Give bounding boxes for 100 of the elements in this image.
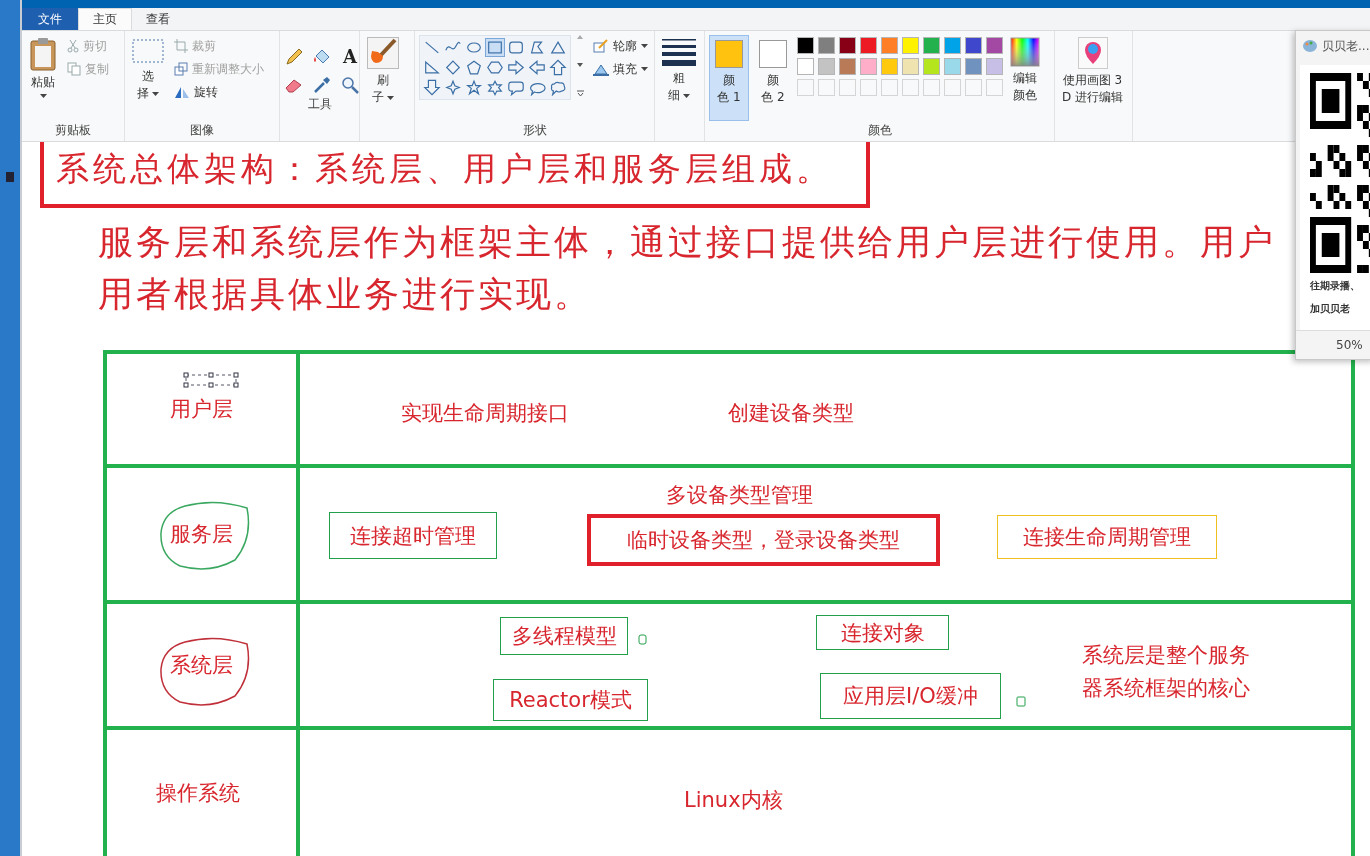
group-label: 工具 <box>306 96 333 113</box>
up-arrow-icon <box>549 59 567 76</box>
ribbon-tab[interactable]: 查看 <box>132 8 184 30</box>
down-arrow-icon <box>423 79 441 96</box>
polygon-icon <box>528 39 546 56</box>
color-swatch[interactable] <box>944 58 961 75</box>
layer-label: 服务层 <box>170 521 233 548</box>
color-1-button[interactable]: 颜 色 1 <box>709 35 749 121</box>
empty-swatch[interactable] <box>881 79 898 96</box>
fill-icon <box>593 62 609 76</box>
color-swatch[interactable] <box>902 37 919 54</box>
caret-icon <box>641 43 648 49</box>
layer-label: 用户层 <box>170 396 233 423</box>
paste-button[interactable]: 粘贴 <box>26 35 60 121</box>
rounded-callout-shape-tool[interactable] <box>506 78 526 97</box>
empty-swatch[interactable] <box>965 79 982 96</box>
color-swatch[interactable] <box>965 58 982 75</box>
six-point-star-shape-tool[interactable] <box>485 78 505 97</box>
color-swatch[interactable] <box>986 37 1003 54</box>
file-menu-tab[interactable]: 文件 <box>22 8 78 30</box>
pentagon-icon <box>465 59 483 76</box>
color-swatch[interactable] <box>923 37 940 54</box>
popup-title: 贝贝老... <box>1322 37 1370 55</box>
color-swatch[interactable] <box>881 37 898 54</box>
right-triangle-shape-tool[interactable] <box>422 58 442 77</box>
color-picker-icon[interactable] <box>312 75 332 95</box>
brushes-button[interactable]: 刷 子 <box>364 35 402 121</box>
pentagon-shape-tool[interactable] <box>464 58 484 77</box>
text-tool-button[interactable]: A <box>340 47 360 67</box>
color-swatch[interactable] <box>860 37 877 54</box>
desktop-icon <box>6 172 14 182</box>
diamond-shape-tool[interactable] <box>443 58 463 77</box>
color-swatch[interactable] <box>818 37 835 54</box>
boxed-label: 多线程模型 <box>500 617 628 655</box>
color-swatch[interactable] <box>986 58 1003 75</box>
empty-swatch[interactable] <box>986 79 1003 96</box>
paint-3d-button[interactable]: 使用画图 3 D 进行编辑 <box>1059 35 1127 121</box>
rounded-rectangle-shape-tool[interactable] <box>506 38 526 57</box>
scroll-down-icon[interactable] <box>577 62 583 67</box>
left-arrow-shape-tool[interactable] <box>527 58 547 77</box>
outline-button[interactable]: 轮廓 <box>590 35 651 57</box>
fill-button[interactable]: 填充 <box>590 58 651 80</box>
color-swatch[interactable] <box>818 58 835 75</box>
color-swatch[interactable] <box>860 58 877 75</box>
canvas-paragraph: 服务层和系统层作为框架主体，通过接口提供给用户层进行使用。用户 用者根据具体业务进行实现。 <box>98 221 1276 316</box>
caret-icon <box>152 92 160 97</box>
empty-swatch[interactable] <box>818 79 835 96</box>
caret-icon <box>39 94 47 99</box>
right-arrow-shape-tool[interactable] <box>506 58 526 77</box>
five-point-star-shape-tool[interactable] <box>464 78 484 97</box>
empty-swatch[interactable] <box>944 79 961 96</box>
pencil-icon[interactable] <box>284 47 304 67</box>
color-swatch[interactable] <box>881 58 898 75</box>
rotate-button[interactable]: 旋转 <box>171 81 267 103</box>
empty-swatch[interactable] <box>923 79 940 96</box>
ribbon-tab[interactable]: 主页 <box>78 8 132 30</box>
size-button[interactable]: 粗 细 <box>659 35 699 121</box>
six-point-star-icon <box>486 79 504 96</box>
boxed-label: 临时设备类型，登录设备类型 <box>587 514 940 566</box>
color-swatch[interactable] <box>902 58 919 75</box>
four-point-star-icon <box>444 79 462 96</box>
expand-gallery-icon[interactable] <box>577 90 584 97</box>
boxed-label: 连接超时管理 <box>329 512 497 559</box>
layer-label: 系统层 <box>170 652 233 679</box>
resize-icon <box>174 62 188 76</box>
up-arrow-shape-tool[interactable] <box>548 58 568 77</box>
selection-handles-icon <box>183 372 239 388</box>
empty-swatch[interactable] <box>860 79 877 96</box>
down-arrow-shape-tool[interactable] <box>422 78 442 97</box>
four-point-star-shape-tool[interactable] <box>443 78 463 97</box>
empty-swatch[interactable] <box>797 79 814 96</box>
color-swatch[interactable] <box>839 37 856 54</box>
color-swatch[interactable] <box>944 37 961 54</box>
empty-swatch[interactable] <box>902 79 919 96</box>
select-button[interactable]: 选 择 <box>129 35 167 121</box>
scroll-up-icon[interactable] <box>577 35 583 39</box>
five-point-star-icon <box>465 79 483 96</box>
scissors-icon <box>67 39 79 53</box>
dashed-rectangle-icon <box>132 37 164 65</box>
boxed-label: 应用层I/O缓冲 <box>820 673 1001 719</box>
color-swatch[interactable] <box>965 37 982 54</box>
canvas-text: Linux内核 <box>684 787 783 814</box>
line-widths-icon <box>662 37 696 67</box>
popup-text: 加贝贝老 <box>1310 302 1351 316</box>
triangle-icon <box>549 39 567 56</box>
right-triangle-icon <box>423 59 441 76</box>
color-swatch[interactable] <box>797 58 814 75</box>
edit-colors-button[interactable]: 编辑 颜色 <box>1007 35 1043 121</box>
color-swatch[interactable] <box>923 58 940 75</box>
hexagon-shape-tool[interactable] <box>485 58 505 77</box>
zoom-level: 50% <box>1336 338 1363 352</box>
color-swatch[interactable] <box>797 37 814 54</box>
paint-drop-icon <box>1077 37 1108 69</box>
rectangle-shape-tool[interactable] <box>485 38 505 57</box>
diamond-icon <box>444 59 462 76</box>
magnifier-icon[interactable] <box>340 75 360 95</box>
empty-swatch[interactable] <box>839 79 856 96</box>
canvas-text: 实现生命周期接口 <box>401 400 569 427</box>
color-swatch[interactable] <box>839 58 856 75</box>
color-2-button[interactable]: 颜 色 2 <box>753 35 793 121</box>
